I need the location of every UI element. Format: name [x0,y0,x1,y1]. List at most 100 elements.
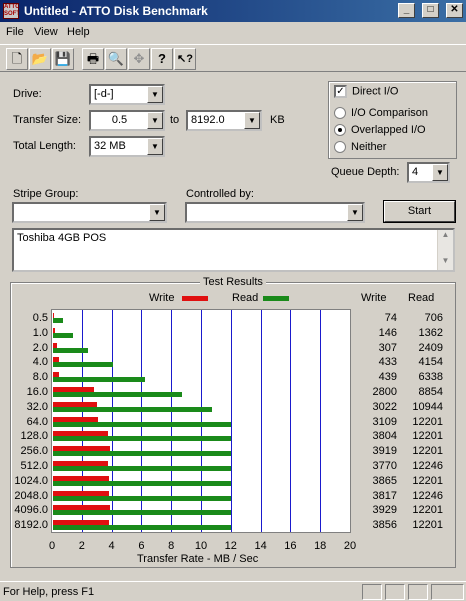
write-value: 74 [384,312,397,324]
chevron-down-icon[interactable]: ▼ [244,112,260,129]
context-help-icon[interactable]: ↖? [174,48,196,70]
new-document-icon[interactable]: 🗋 [6,48,28,70]
direct-io-option[interactable]: ✓ Direct I/O [334,85,398,98]
transfer-size-label: 256.0 [20,445,48,458]
menu-view[interactable]: View [34,26,58,38]
read-bar [53,332,73,338]
io-comparison-option[interactable]: I/O Comparison [334,107,429,120]
neither-option[interactable]: Neither [334,141,386,154]
drive-select[interactable]: [-d-] ▼ [89,84,165,105]
x-tick-label: 16 [284,540,297,552]
write-value: 433 [378,356,397,369]
chevron-down-icon[interactable]: ▼ [347,204,363,221]
maximize-button[interactable]: □ [422,3,439,18]
stripe-group-label: Stripe Group: [13,188,79,200]
overlapped-io-label: Overlapped I/O [351,124,426,136]
read-value: 12246 [412,489,443,502]
scroll-down-icon[interactable]: ▼ [438,256,453,268]
print-preview-icon[interactable]: 🔍 [105,48,127,70]
read-value: 8854 [418,386,443,398]
save-disk-icon[interactable]: 💾 [52,48,74,70]
x-tick-label: 10 [194,540,208,552]
write-value: 307 [378,341,397,354]
test-results-title: Test Results [200,276,266,288]
write-column-header: Write [361,292,387,304]
queue-depth-value: 4 [412,166,419,178]
transfer-size-label: 8192.0 [14,519,48,532]
queue-depth-select[interactable]: 4 ▼ [407,162,450,183]
gridline [290,310,291,532]
read-value: 6338 [418,371,443,384]
read-value: 12201 [412,519,443,532]
x-axis-label: Transfer Rate - MB / Sec [137,553,259,565]
read-value: 12201 [412,445,443,458]
transfer-size-label: 32.0 [26,400,48,413]
transfer-size-label: Transfer Size: [13,114,82,126]
read-bar [53,392,182,397]
read-legend-label: Read [232,292,259,304]
scroll-up-icon[interactable]: ▲ [438,230,453,242]
overlapped-io-option[interactable]: Overlapped I/O [334,124,426,137]
chevron-down-icon[interactable]: ▼ [147,138,163,155]
description-scrollbar[interactable]: ▲ ▼ [437,230,453,270]
read-value: 12201 [412,474,443,487]
menu-file[interactable]: File [6,26,24,38]
print-icon[interactable]: 🖶 [82,48,104,70]
x-tick-label: 6 [138,540,145,552]
read-legend-swatch [263,296,289,301]
window-title: Untitled - ATTO Disk Benchmark [24,4,208,18]
open-folder-icon[interactable]: 📂 [29,48,51,70]
io-comparison-label: I/O Comparison [351,107,429,119]
overlapped-io-radio[interactable] [334,124,346,137]
chevron-down-icon[interactable]: ▼ [432,164,448,181]
transfer-size-label: 1024.0 [14,474,48,487]
chevron-down-icon[interactable]: ▼ [147,86,163,103]
description-text: Toshiba 4GB POS [17,232,107,244]
x-tick-label: 18 [314,540,327,552]
io-comparison-radio[interactable] [334,107,346,120]
transfer-size-to-select[interactable]: 8192.0 ▼ [186,110,262,131]
transfer-size-label: 4096.0 [14,504,48,517]
gridline [261,310,262,532]
direct-io-checkbox[interactable]: ✓ [334,85,347,98]
status-panel-3 [408,584,428,600]
start-button[interactable]: Start [383,200,456,223]
write-legend-swatch [182,296,208,301]
move-crosshair-icon[interactable]: ✥ [128,48,150,70]
read-bar [53,436,231,442]
transfer-size-label: 16.0 [26,386,48,398]
status-panel-1 [362,584,382,600]
menu-help[interactable]: Help [67,26,90,38]
transfer-size-from-select[interactable]: 0.5 ▼ [89,110,165,131]
total-length-select[interactable]: 32 MB ▼ [89,136,165,157]
drive-value: [-d-] [94,88,114,100]
write-value: 3919 [372,445,397,458]
stripe-group-select[interactable]: ▼ [12,202,167,223]
close-button[interactable]: ✕ [446,3,463,18]
transfer-size-label: 4.0 [32,356,48,369]
menu-bar: File View Help [0,23,466,42]
chevron-down-icon[interactable]: ▼ [147,112,163,129]
controlled-by-select[interactable]: ▼ [185,202,365,223]
queue-depth-label: Queue Depth: [331,166,400,178]
read-value: 10944 [412,400,443,413]
transfer-size-label: 1.0 [32,326,48,339]
gridline [231,310,232,532]
read-column-header: Read [408,292,435,304]
drive-label: Drive: [13,88,42,100]
atto-app-icon[interactable]: ATTO SOFTWARE INFORMATION [3,3,19,19]
neither-radio[interactable] [334,141,346,154]
minimize-button[interactable]: _ [398,3,415,18]
transfer-size-label: 0.5 [32,312,48,324]
read-bar [53,495,231,501]
read-bar [53,480,231,486]
transfer-size-label: 512.0 [20,460,48,472]
read-value: 12201 [412,430,443,443]
results-plot [51,309,351,533]
read-bar [53,377,145,383]
chevron-down-icon[interactable]: ▼ [149,204,165,221]
controlled-by-label: Controlled by: [186,188,254,200]
description-textarea[interactable]: Toshiba 4GB POS ▲ ▼ [12,228,455,272]
x-tick-label: 4 [108,540,115,552]
help-question-icon[interactable]: ? [151,48,173,70]
